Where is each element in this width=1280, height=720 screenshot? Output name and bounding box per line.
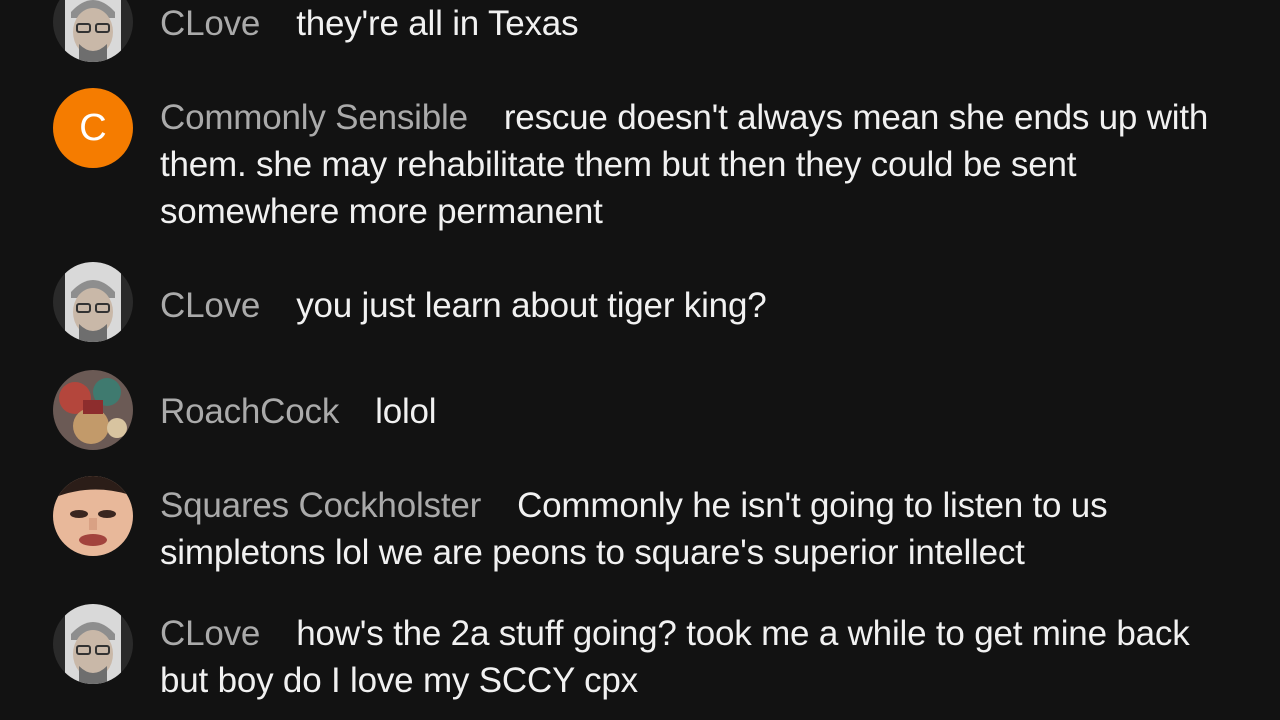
author-name[interactable]: Squares Cockholster: [160, 486, 481, 525]
author-name[interactable]: CLove: [160, 4, 260, 43]
avatar[interactable]: [53, 604, 133, 684]
message-text: you just learn about tiger king?: [296, 286, 767, 325]
message-text: they're all in Texas: [296, 4, 579, 43]
author-name[interactable]: CLove: [160, 286, 260, 325]
live-chat-feed: CLove they're all in Texas C Commonly Sen…: [0, 0, 1280, 720]
man-with-cap-glasses-photo-icon: [53, 0, 133, 62]
man-with-cap-glasses-photo-icon: [53, 604, 133, 684]
avatar[interactable]: [53, 476, 133, 556]
man-with-cap-glasses-photo-icon: [53, 262, 133, 342]
avatar[interactable]: [53, 370, 133, 450]
author-name[interactable]: Commonly Sensible: [160, 98, 468, 137]
author-name[interactable]: CLove: [160, 614, 260, 653]
message-text: lolol: [375, 392, 437, 431]
message-text: how's the 2a stuff going? took me a whil…: [160, 614, 1190, 700]
face-closeup-photo-icon: [53, 476, 133, 556]
author-name[interactable]: RoachCock: [160, 392, 339, 431]
avatar-letter: C: [79, 107, 107, 149]
avatar[interactable]: [53, 0, 133, 62]
colorful-photo-icon: [53, 370, 133, 450]
avatar[interactable]: C: [53, 88, 133, 168]
avatar[interactable]: [53, 262, 133, 342]
